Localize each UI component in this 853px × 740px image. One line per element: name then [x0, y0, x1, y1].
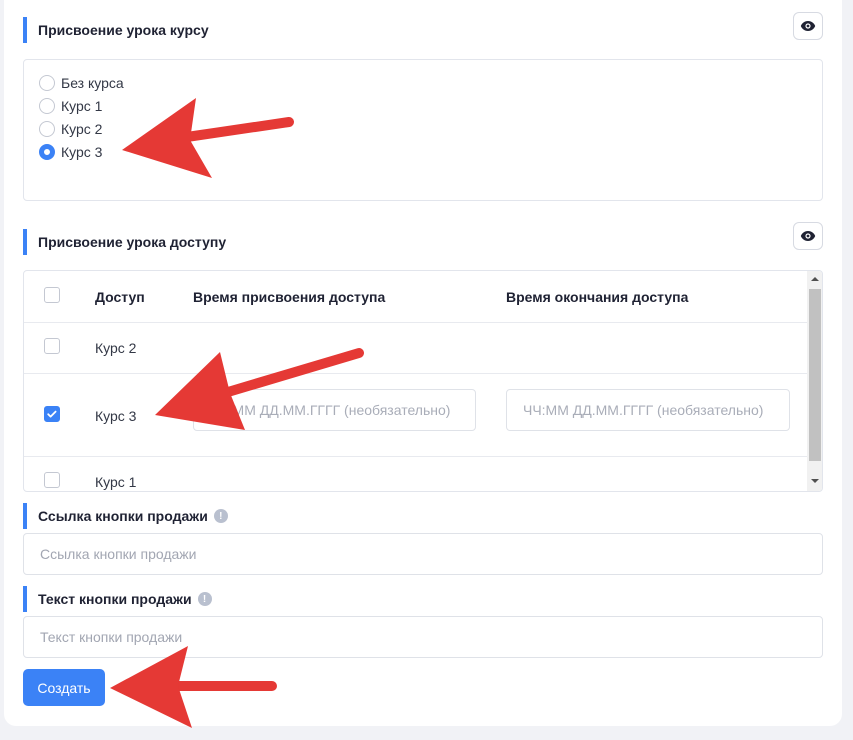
- radio-button-selected[interactable]: [39, 144, 55, 160]
- create-button[interactable]: Создать: [23, 669, 105, 706]
- course-section-title-text: Присвоение урока курсу: [38, 22, 209, 38]
- radio-option-course-3[interactable]: Курс 3: [39, 143, 102, 161]
- table-row: Курс 1: [24, 457, 807, 491]
- eye-icon: [800, 231, 816, 241]
- select-all-checkbox[interactable]: [44, 287, 60, 303]
- sale-text-title-text: Текст кнопки продажи: [38, 591, 192, 607]
- sale-link-input[interactable]: [23, 533, 823, 575]
- table-row: Курс 3: [24, 374, 807, 457]
- table-row: Курс 2: [24, 323, 807, 374]
- assign-time-input[interactable]: [193, 389, 476, 431]
- radio-button[interactable]: [39, 98, 55, 114]
- info-icon[interactable]: !: [213, 509, 228, 523]
- table-scrollbar[interactable]: [807, 271, 822, 491]
- column-header-end-time: Время окончания доступа: [506, 289, 689, 305]
- eye-icon: [800, 21, 816, 31]
- checkmark-icon: [47, 410, 57, 418]
- course-section-title: Присвоение урока курсу: [23, 17, 209, 43]
- sale-text-title: Текст кнопки продажи !: [23, 586, 212, 612]
- access-section-title-text: Присвоение урока доступу: [38, 234, 227, 250]
- radio-label: Курс 2: [61, 121, 103, 137]
- radio-label: Без курса: [61, 75, 124, 91]
- end-time-input[interactable]: [506, 389, 790, 431]
- radio-option-no-course[interactable]: Без курса: [39, 74, 124, 92]
- column-header-assign-time: Время присвоения доступа: [193, 289, 386, 305]
- sale-text-input[interactable]: [23, 616, 823, 658]
- radio-button[interactable]: [39, 75, 55, 91]
- access-section-title: Присвоение урока доступу: [23, 229, 226, 255]
- row-access-label: Курс 1: [95, 474, 137, 490]
- radio-button[interactable]: [39, 121, 55, 137]
- scroll-down-icon[interactable]: [811, 479, 819, 483]
- sale-link-title: Ссылка кнопки продажи !: [23, 503, 228, 529]
- info-icon[interactable]: !: [197, 592, 212, 606]
- row-checkbox[interactable]: [44, 338, 60, 354]
- row-access-label: Курс 2: [95, 340, 137, 356]
- column-header-access: Доступ: [95, 289, 145, 305]
- row-access-label: Курс 3: [95, 408, 137, 424]
- radio-option-course-1[interactable]: Курс 1: [39, 97, 102, 115]
- radio-label: Курс 1: [61, 98, 103, 114]
- scroll-up-icon[interactable]: [811, 277, 819, 281]
- radio-option-course-2[interactable]: Курс 2: [39, 120, 102, 138]
- row-checkbox-checked[interactable]: [44, 406, 60, 422]
- access-table: Доступ Время присвоения доступа Время ок…: [23, 270, 823, 492]
- sale-link-title-text: Ссылка кнопки продажи: [38, 508, 208, 524]
- access-visibility-button[interactable]: [793, 222, 823, 250]
- scrollbar-thumb[interactable]: [809, 289, 821, 461]
- radio-label: Курс 3: [61, 144, 103, 160]
- course-visibility-button[interactable]: [793, 12, 823, 40]
- row-checkbox[interactable]: [44, 472, 60, 488]
- course-radio-group: Без курса Курс 1 Курс 2 Курс 3: [23, 59, 823, 201]
- table-header-row: Доступ Время присвоения доступа Время ок…: [24, 271, 807, 323]
